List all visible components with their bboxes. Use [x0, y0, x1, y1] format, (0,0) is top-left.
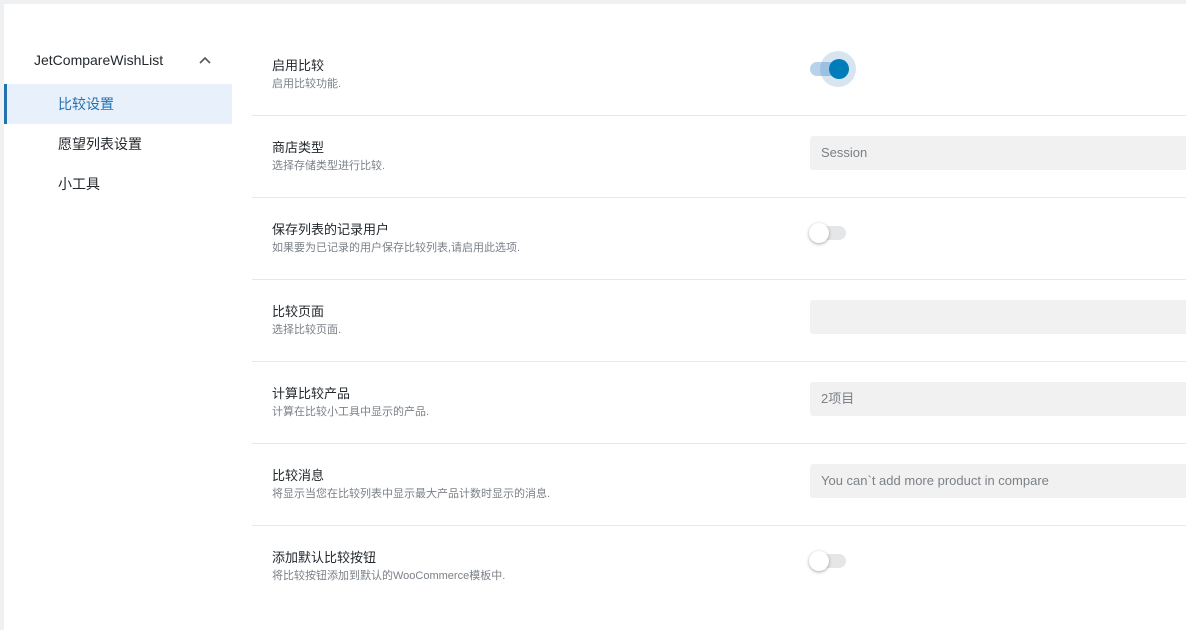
- setting-row-store-type: 商店类型 选择存储类型进行比较. Session: [252, 116, 1186, 198]
- sidebar-item-label: 比较设置: [58, 96, 114, 112]
- sidebar-item-label: 愿望列表设置: [58, 136, 142, 152]
- setting-description: 选择比较页面.: [272, 324, 342, 336]
- setting-label: 添加默认比较按钮: [272, 550, 377, 565]
- setting-description: 如果要为已记录的用户保存比较列表,请启用此选项.: [272, 242, 521, 254]
- compare-products-count-select[interactable]: 2项目: [810, 382, 1186, 416]
- setting-row-default-compare-button: 添加默认比较按钮 将比较按钮添加到默认的WooCommerce模板中.: [252, 526, 1186, 607]
- sidebar-nav: 比较设置 愿望列表设置 小工具: [4, 84, 232, 204]
- compare-page-select[interactable]: [810, 300, 1186, 334]
- plugin-title: JetCompareWishList: [34, 52, 164, 68]
- default-compare-button-toggle[interactable]: [809, 551, 846, 571]
- setting-row-save-for-logged-users: 保存列表的记录用户 如果要为已记录的用户保存比较列表,请启用此选项.: [252, 198, 1186, 280]
- sidebar-item-wishlist-settings[interactable]: 愿望列表设置: [4, 124, 232, 164]
- store-type-select[interactable]: Session: [810, 136, 1186, 170]
- settings-panel: JetCompareWishList 比较设置 愿望列表设置 小工具 启用比较 …: [4, 4, 1186, 630]
- sidebar-item-widgets[interactable]: 小工具: [4, 164, 232, 204]
- setting-label: 计算比较产品: [272, 386, 351, 401]
- sidebar-item-label: 小工具: [58, 176, 100, 192]
- compare-message-input[interactable]: You can`t add more product in compare: [810, 464, 1186, 498]
- setting-label: 保存列表的记录用户: [272, 222, 390, 237]
- setting-label: 商店类型: [272, 140, 325, 155]
- enable-compare-toggle[interactable]: [810, 51, 856, 87]
- setting-description: 将比较按钮添加到默认的WooCommerce模板中.: [272, 570, 506, 582]
- setting-description: 将显示当您在比较列表中显示最大产品计数时显示的消息.: [272, 488, 551, 500]
- sidebar-item-compare-settings[interactable]: 比较设置: [4, 84, 232, 124]
- plugin-section-header[interactable]: JetCompareWishList: [4, 42, 232, 78]
- setting-label: 启用比较: [272, 58, 325, 73]
- setting-row-compare-message: 比较消息 将显示当您在比较列表中显示最大产品计数时显示的消息. You can`…: [252, 444, 1186, 526]
- settings-content: 启用比较 启用比较功能. 商店类型 选择存储类型进行比较. Session 保存…: [252, 34, 1186, 607]
- setting-description: 启用比较功能.: [272, 78, 342, 90]
- setting-row-compare-page: 比较页面 选择比较页面.: [252, 280, 1186, 362]
- setting-description: 选择存储类型进行比较.: [272, 160, 386, 172]
- setting-row-compare-products-count: 计算比较产品 计算在比较小工具中显示的产品. 2项目: [252, 362, 1186, 444]
- save-for-logged-users-toggle[interactable]: [809, 223, 846, 243]
- setting-label: 比较页面: [272, 304, 325, 319]
- setting-description: 计算在比较小工具中显示的产品.: [272, 406, 430, 418]
- setting-row-enable-compare: 启用比较 启用比较功能.: [252, 34, 1186, 116]
- chevron-up-icon[interactable]: [198, 53, 212, 67]
- sidebar: JetCompareWishList 比较设置 愿望列表设置 小工具: [4, 42, 232, 204]
- setting-label: 比较消息: [272, 468, 325, 483]
